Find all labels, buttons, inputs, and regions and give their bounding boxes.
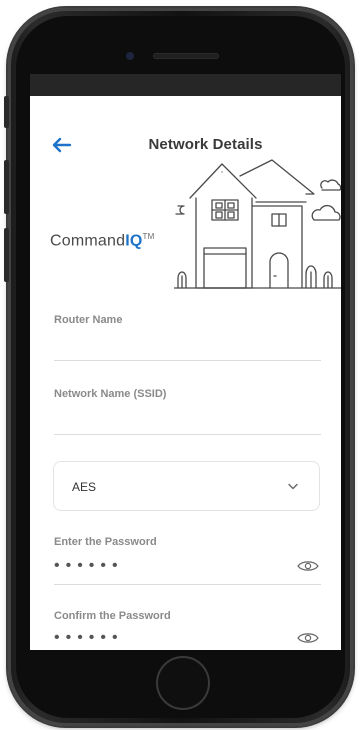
password-field[interactable]: Enter the Password •••••• bbox=[54, 536, 321, 585]
page-title: Network Details bbox=[148, 136, 263, 153]
house-illustration bbox=[174, 159, 341, 289]
router-name-label: Router Name bbox=[54, 314, 123, 326]
mute-switch bbox=[4, 96, 9, 128]
eye-icon[interactable] bbox=[297, 559, 319, 573]
password-label: Enter the Password bbox=[54, 536, 157, 548]
network-name-field[interactable]: Network Name (SSID) bbox=[54, 388, 321, 436]
earpiece-speaker bbox=[153, 53, 219, 59]
security-type-value: AES bbox=[72, 480, 97, 494]
home-button[interactable] bbox=[158, 658, 208, 708]
eye-icon[interactable] bbox=[297, 631, 319, 645]
chevron-down-icon bbox=[288, 483, 298, 490]
router-name-field[interactable]: Router Name bbox=[54, 314, 321, 362]
confirm-password-field[interactable]: Confirm the Password •••••• bbox=[54, 610, 321, 650]
confirm-password-value: •••••• bbox=[54, 629, 124, 646]
security-type-select[interactable]: AES bbox=[53, 461, 320, 511]
front-camera bbox=[126, 52, 134, 60]
brand-suffix: IQ bbox=[125, 232, 143, 250]
confirm-password-label: Confirm the Password bbox=[54, 610, 171, 622]
brand-prefix: Command bbox=[50, 232, 126, 250]
volume-up-button bbox=[4, 160, 9, 214]
network-details-screen: Network Details CommandIQTM Router Name … bbox=[30, 96, 341, 650]
network-name-underline bbox=[54, 434, 321, 435]
router-name-underline bbox=[54, 360, 321, 361]
arrow-left-icon[interactable] bbox=[50, 136, 72, 154]
password-underline bbox=[54, 584, 321, 585]
status-bar bbox=[30, 74, 341, 96]
brand-logo: CommandIQTM bbox=[50, 232, 154, 250]
network-name-label: Network Name (SSID) bbox=[54, 388, 167, 400]
brand-trademark: TM bbox=[142, 232, 155, 241]
volume-down-button bbox=[4, 228, 9, 282]
password-value: •••••• bbox=[54, 557, 124, 574]
